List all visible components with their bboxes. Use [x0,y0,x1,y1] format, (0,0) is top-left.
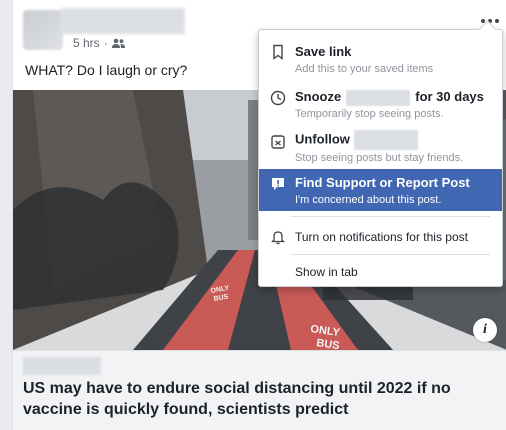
menu-item-unfollow[interactable]: Unfollow Stop seeing posts but stay frie… [259,124,502,168]
post-caption: WHAT? Do I laugh or cry? [25,62,188,78]
snooze-title-suffix: for 30 days [415,89,484,104]
save-link-subtitle: Add this to your saved items [295,63,434,75]
post-options-menu: Save link Add this to your saved items S… [258,29,503,287]
link-headline[interactable]: US may have to endure social distancing … [23,378,493,420]
menu-item-snooze[interactable]: Snooze for 30 days Temporarily stop seein… [259,81,502,123]
unfollow-title: Unfollow [295,130,418,150]
friends-audience-icon[interactable] [111,38,125,49]
author-avatar[interactable] [23,10,63,50]
menu-divider [291,254,490,255]
menu-item-save-link[interactable]: Save link Add this to your saved items [259,36,502,80]
show-in-tab-label: Show in tab [295,265,358,279]
notifications-label: Turn on notifications for this post [295,230,468,244]
meta-separator: · [103,36,108,50]
menu-item-show-in-tab[interactable]: Show in tab [259,258,502,286]
snooze-title-prefix: Snooze [295,89,342,104]
author-name-redacted[interactable] [61,8,185,34]
link-preview-footer[interactable]: US may have to endure social distancing … [13,350,506,430]
unfollow-title-text: Unfollow [295,131,350,147]
link-domain-redacted [23,357,101,375]
menu-item-report[interactable]: Find Support or Report Post I'm concerne… [259,169,502,211]
unfollow-subtitle: Stop seeing posts but stay friends. [295,152,464,164]
unfollow-icon [271,135,285,149]
snooze-subtitle: Temporarily stop seeing posts. [295,108,444,120]
post-meta: 5 hrs · [73,36,125,50]
bookmark-icon [273,44,283,60]
snooze-title: Snooze for 30 days [295,89,484,106]
menu-divider [291,216,490,217]
snooze-name-redacted [346,89,411,106]
menu-item-notifications[interactable]: Turn on notifications for this post [259,220,502,254]
save-link-title: Save link [295,44,352,59]
report-subtitle: I'm concerned about this post. [295,194,442,206]
bell-icon [270,231,286,245]
post-timestamp[interactable]: 5 hrs [73,36,100,50]
report-flag-icon [272,178,284,190]
road-marking-bus: BUS [316,337,341,350]
unfollow-name-redacted [353,130,418,150]
clock-icon [270,90,286,106]
report-title: Find Support or Report Post [295,175,470,190]
info-icon[interactable]: i [473,318,497,342]
dot-icon [495,19,499,23]
